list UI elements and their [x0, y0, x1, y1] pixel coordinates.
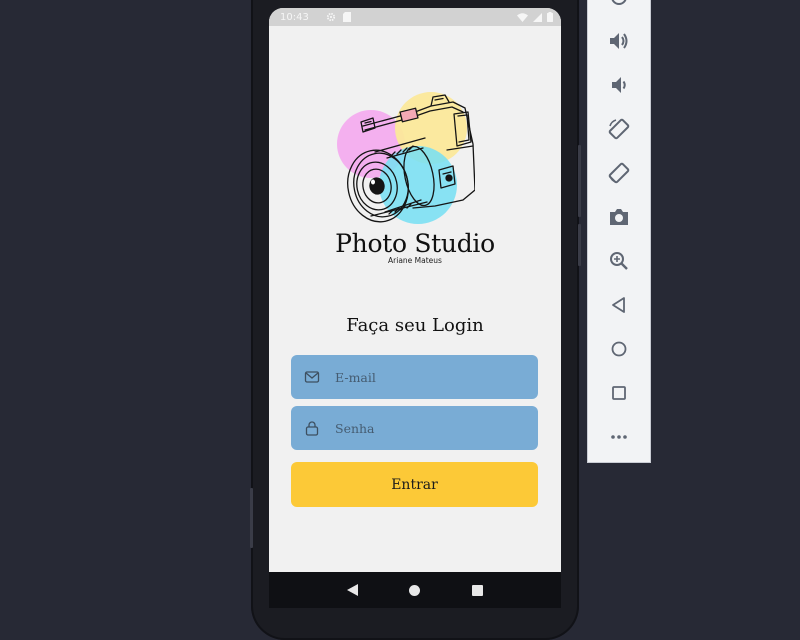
android-nav-bar: [269, 572, 561, 608]
password-field[interactable]: [291, 406, 538, 450]
login-submit-button[interactable]: Entrar: [291, 462, 538, 507]
volume-down-icon[interactable]: [605, 71, 633, 99]
emulator-toolbar: [587, 0, 651, 463]
recents-square-icon[interactable]: [472, 584, 484, 596]
password-input[interactable]: [333, 419, 538, 437]
device-side-button: [578, 224, 581, 266]
back-triangle-icon[interactable]: [346, 584, 358, 596]
volume-up-icon[interactable]: [605, 27, 633, 55]
status-bar: 10:43: [269, 8, 561, 26]
home-icon[interactable]: [605, 335, 633, 363]
device-side-button: [250, 488, 253, 548]
zoom-icon[interactable]: [605, 247, 633, 275]
email-input[interactable]: [333, 368, 538, 386]
sd-card-icon: [342, 12, 351, 22]
device-side-button: [578, 145, 581, 217]
email-field[interactable]: [291, 355, 538, 399]
signal-icon: [533, 12, 542, 22]
status-time: 10:43: [280, 11, 309, 23]
rotate-left-icon[interactable]: [605, 115, 633, 143]
camera-logo-icon: [335, 90, 476, 225]
device-screen: 10:43 Photo Studio Ariane Mateus Faça se…: [269, 8, 561, 572]
overview-icon[interactable]: [605, 379, 633, 407]
wifi-icon: [517, 12, 528, 22]
battery-icon: [547, 12, 553, 22]
brand-title: Photo Studio: [335, 229, 495, 258]
envelope-icon: [304, 369, 320, 385]
settings-gear-icon: [326, 12, 336, 22]
login-heading: Faça seu Login: [346, 315, 484, 336]
brand-subtitle: Ariane Mateus: [388, 256, 442, 265]
back-icon[interactable]: [605, 291, 633, 319]
rotate-right-icon[interactable]: [605, 159, 633, 187]
home-circle-icon[interactable]: [409, 584, 421, 596]
power-icon[interactable]: [605, 0, 633, 11]
camera-icon[interactable]: [605, 203, 633, 231]
lock-icon: [304, 420, 320, 436]
more-icon[interactable]: [605, 423, 633, 451]
